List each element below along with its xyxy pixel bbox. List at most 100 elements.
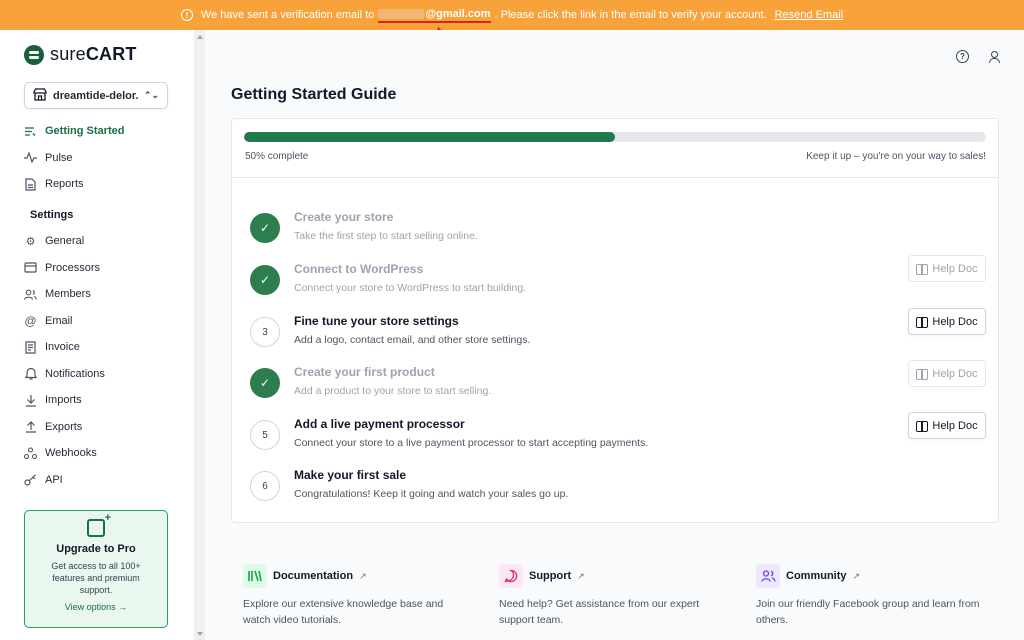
- help-doc-button[interactable]: Help Doc: [908, 360, 986, 387]
- book-icon: [916, 316, 929, 328]
- help-icon[interactable]: ?: [956, 50, 969, 63]
- invoice-icon: [24, 341, 37, 354]
- nav-webhooks[interactable]: Webhooks: [24, 440, 184, 467]
- check-icon: ✓: [250, 213, 280, 243]
- redacted-email-user: [378, 8, 425, 19]
- settings-nav: ⚙ General Processors Members @ Email Invoi…: [24, 228, 184, 493]
- nav-general[interactable]: ⚙ General: [24, 228, 184, 255]
- upgrade-title: Upgrade to Pro: [56, 543, 136, 555]
- users-icon: [24, 288, 37, 301]
- step-live-payment: 5 Add a live payment processor Connect y…: [250, 412, 986, 467]
- nav-getting-started[interactable]: Getting Started: [24, 118, 184, 145]
- nav-imports[interactable]: Imports: [24, 387, 184, 414]
- chevron-updown-icon: ⌃⌄: [143, 90, 159, 100]
- documentation-resource[interactable]: Documentation ↗ Explore our extensive kn…: [243, 564, 473, 628]
- help-doc-button[interactable]: Help Doc: [908, 308, 986, 335]
- bell-icon: [24, 367, 37, 380]
- books-icon: [243, 564, 267, 588]
- nav-invoice[interactable]: Invoice: [24, 334, 184, 361]
- step-description: Add a logo, contact email, and other sto…: [294, 334, 531, 346]
- resource-title: Documentation: [273, 570, 354, 582]
- surecart-logo[interactable]: sureCART: [24, 44, 137, 65]
- chat-icon: [499, 564, 523, 588]
- check-icon: ✓: [250, 265, 280, 295]
- getting-started-card: 50% complete Keep it up – you're on your…: [231, 118, 999, 523]
- upgrade-card: Upgrade to Pro Get access to all 100+ fe…: [24, 510, 168, 628]
- sidebar-scrollbar[interactable]: [194, 30, 205, 640]
- book-icon: [916, 368, 929, 380]
- surecart-logo-icon: [24, 44, 44, 65]
- step-title: Add a live payment processor: [294, 417, 465, 431]
- check-icon: ✓: [250, 368, 280, 398]
- arrow-right-icon: →: [118, 602, 128, 612]
- help-doc-label: Help Doc: [932, 419, 978, 432]
- view-options-label: View options: [64, 602, 116, 612]
- key-icon: [24, 473, 37, 486]
- verification-email: @gmail.com: [378, 8, 491, 23]
- nav-email[interactable]: @ Email: [24, 308, 184, 335]
- step-number: 6: [250, 471, 280, 501]
- store-switcher[interactable]: dreamtide-delor... ⌃⌄: [24, 82, 168, 109]
- nav-label: API: [45, 473, 63, 486]
- view-options-link[interactable]: View options →: [25, 602, 167, 612]
- step-number: 5: [250, 420, 280, 450]
- resource-description: Need help? Get assistance from our exper…: [499, 598, 700, 626]
- help-doc-button[interactable]: Help Doc: [908, 412, 986, 439]
- gear-icon: ⚙: [25, 235, 36, 248]
- nav-label: Email: [45, 314, 73, 327]
- document-icon: [24, 178, 37, 191]
- step-fine-tune-settings: 3 Fine tune your store settings Add a lo…: [250, 308, 986, 364]
- store-icon: [33, 87, 47, 104]
- nav-label: General: [45, 235, 85, 248]
- nav-label: Notifications: [45, 367, 105, 380]
- resource-title: Community: [786, 570, 847, 582]
- help-doc-button[interactable]: Help Doc: [908, 255, 986, 282]
- verification-banner: ! We have sent a verification email to @…: [0, 0, 1024, 30]
- nav-label: Exports: [45, 420, 83, 433]
- progress-label: 50% complete: [245, 151, 309, 162]
- at-icon: @: [24, 313, 37, 328]
- community-resource[interactable]: Community ↗ Join our friendly Facebook g…: [756, 564, 986, 628]
- support-resource[interactable]: Support ↗ Need help? Get assistance from…: [499, 564, 729, 628]
- step-create-store: ✓ Create your store Take the first step …: [250, 210, 986, 260]
- box-plus-icon: [87, 512, 111, 537]
- step-description: Add a product to your store to start sel…: [294, 385, 492, 397]
- list-icon: [24, 125, 37, 138]
- users-icon: [756, 564, 780, 588]
- resend-email-link[interactable]: Resend Email: [775, 9, 843, 21]
- nav-processors[interactable]: Processors: [24, 255, 184, 282]
- progress-fill: [244, 132, 615, 142]
- download-icon: [24, 394, 37, 407]
- step-description: Connect your store to WordPress to start…: [294, 282, 527, 294]
- upgrade-text: Get access to all 100+ features and prem…: [51, 561, 141, 595]
- nav-members[interactable]: Members: [24, 281, 184, 308]
- external-link-icon: ↗: [852, 570, 861, 581]
- user-icon[interactable]: [987, 50, 1000, 63]
- main-nav: Getting Started Pulse Reports: [24, 118, 184, 198]
- nav-pulse[interactable]: Pulse: [24, 145, 184, 172]
- external-link-icon: ↗: [359, 570, 367, 581]
- info-icon: !: [180, 9, 193, 21]
- book-icon: [916, 420, 929, 432]
- external-link-icon: ↗: [577, 570, 585, 581]
- nav-reports[interactable]: Reports: [24, 171, 184, 198]
- nav-api[interactable]: API: [24, 467, 184, 494]
- book-icon: [916, 263, 929, 275]
- scroll-up-icon: [197, 35, 203, 39]
- page-title: Getting Started Guide: [231, 86, 397, 103]
- help-doc-label: Help Doc: [932, 262, 978, 275]
- logo-text-light: sure: [50, 44, 86, 64]
- step-title: Create your first product: [294, 365, 435, 379]
- resource-description: Explore our extensive knowledge base and…: [243, 598, 444, 626]
- banner-prefix: We have sent a verification email to: [200, 9, 375, 21]
- help-doc-label: Help Doc: [932, 315, 978, 328]
- step-connect-wordpress: ✓ Connect to WordPress Connect your stor…: [250, 255, 986, 312]
- progress-encouragement: Keep it up – you're on your way to sales…: [806, 151, 986, 162]
- step-create-product: ✓ Create your first product Add a produc…: [250, 360, 986, 415]
- progress-bar: [244, 132, 986, 142]
- nav-label: Reports: [45, 178, 84, 191]
- nav-notifications[interactable]: Notifications: [24, 361, 184, 388]
- webhook-icon: [24, 447, 37, 460]
- nav-exports[interactable]: Exports: [24, 414, 184, 441]
- nav-label: Processors: [45, 261, 101, 274]
